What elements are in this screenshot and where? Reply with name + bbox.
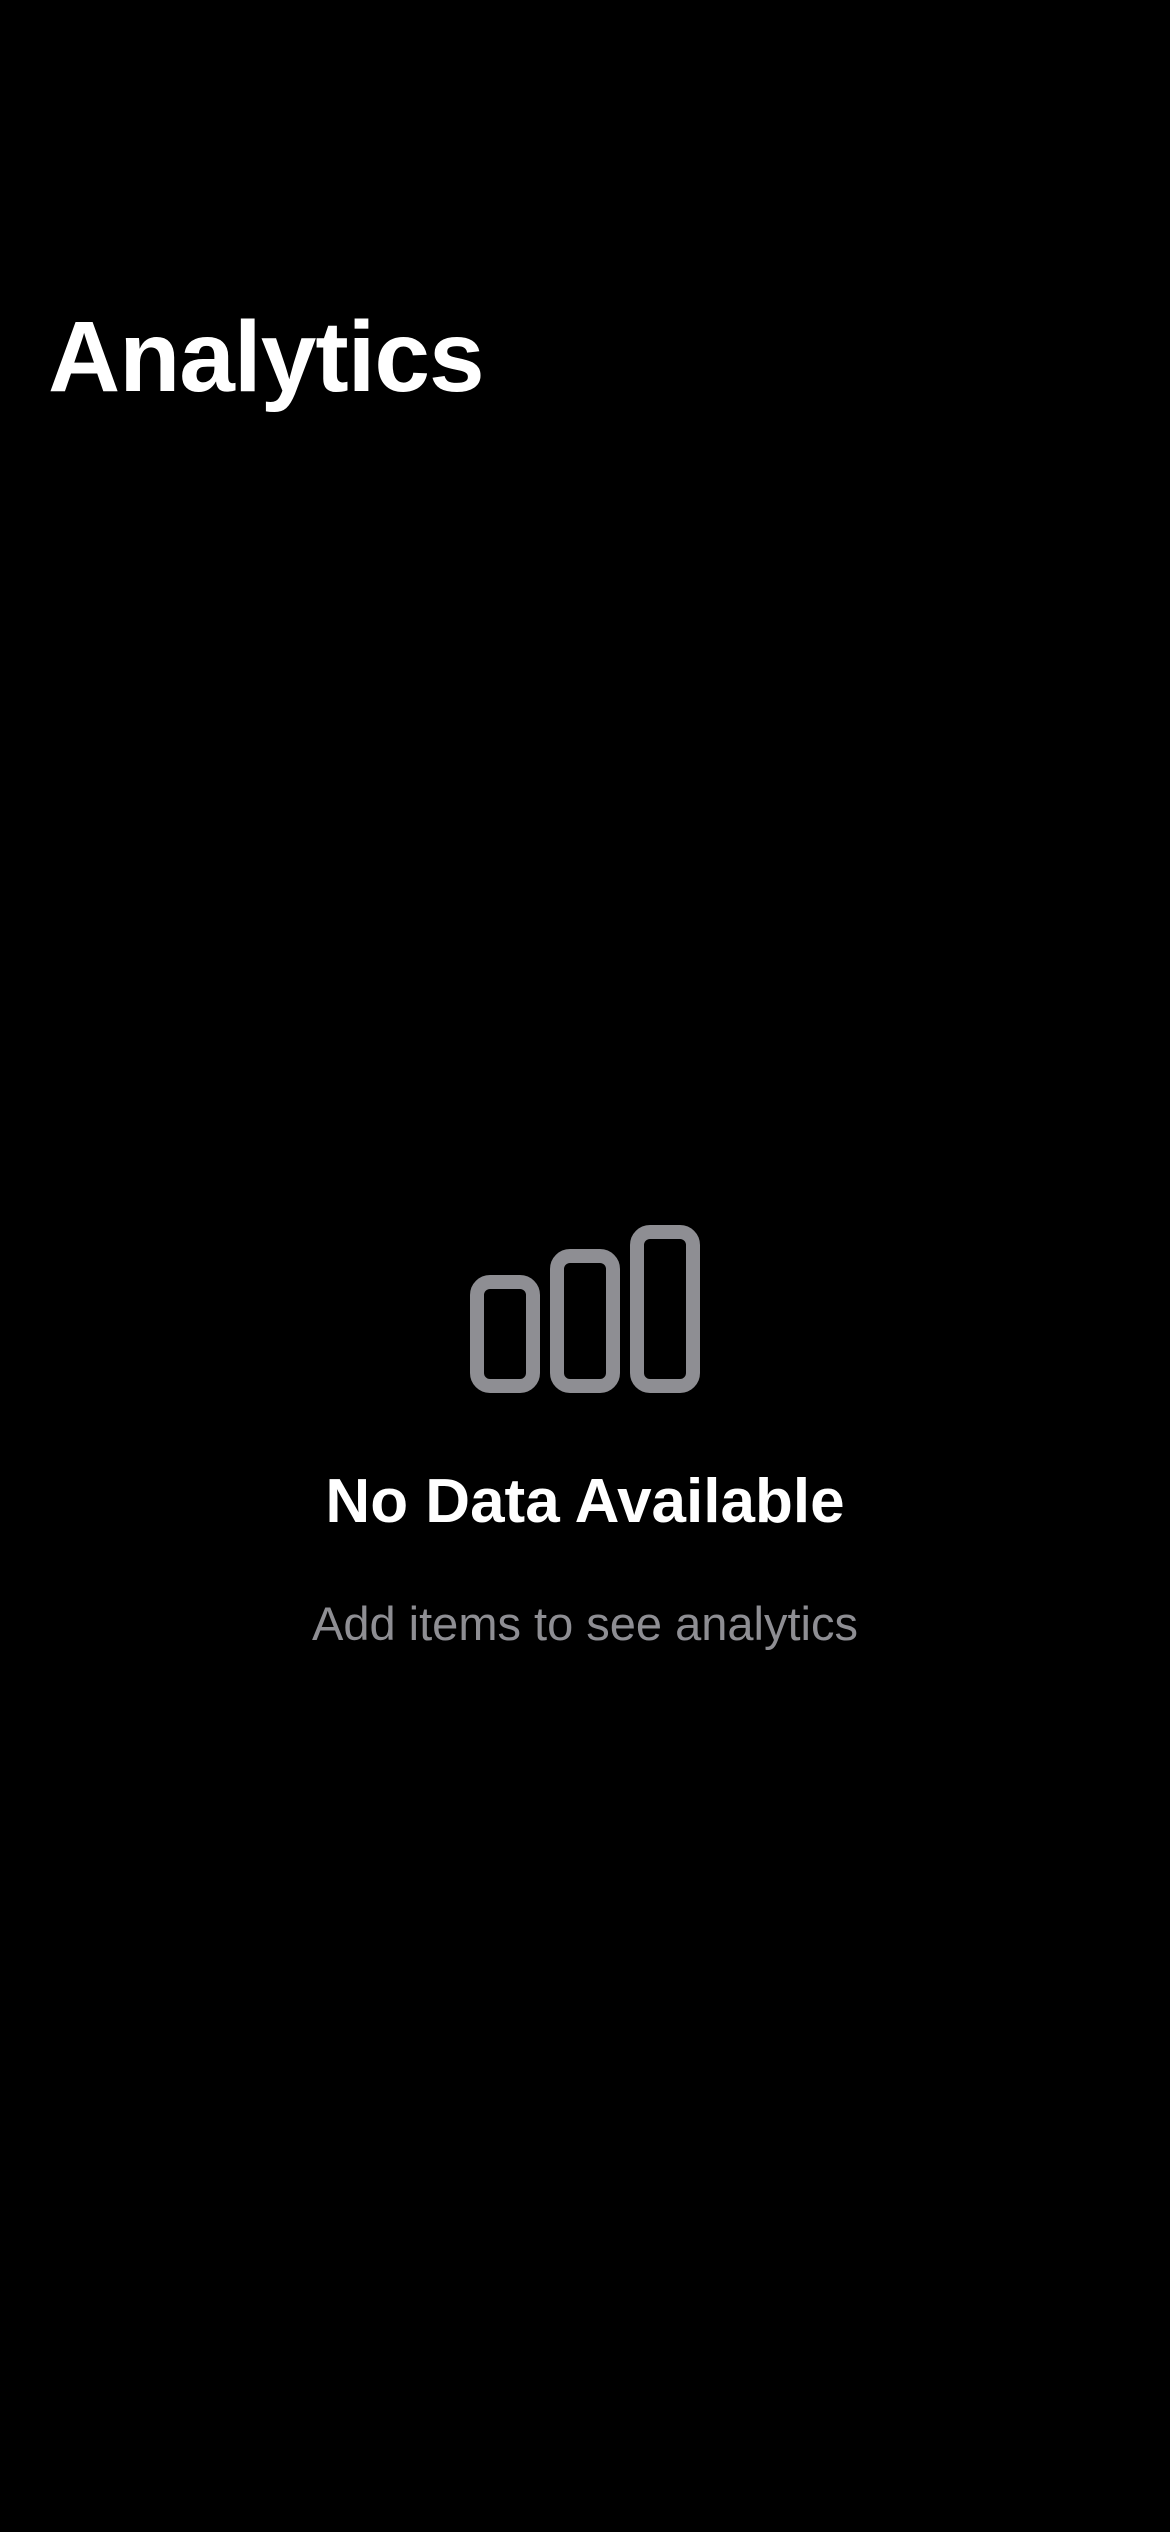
empty-state-title: No Data Available xyxy=(325,1467,845,1536)
bar-chart-icon xyxy=(470,1225,700,1393)
analytics-screen: Analytics No Data Available Add items to… xyxy=(0,0,1170,2532)
empty-state-subtitle: Add items to see analytics xyxy=(312,1597,858,1651)
empty-state: No Data Available Add items to see analy… xyxy=(0,1224,1170,1650)
page-title: Analytics xyxy=(48,301,485,413)
